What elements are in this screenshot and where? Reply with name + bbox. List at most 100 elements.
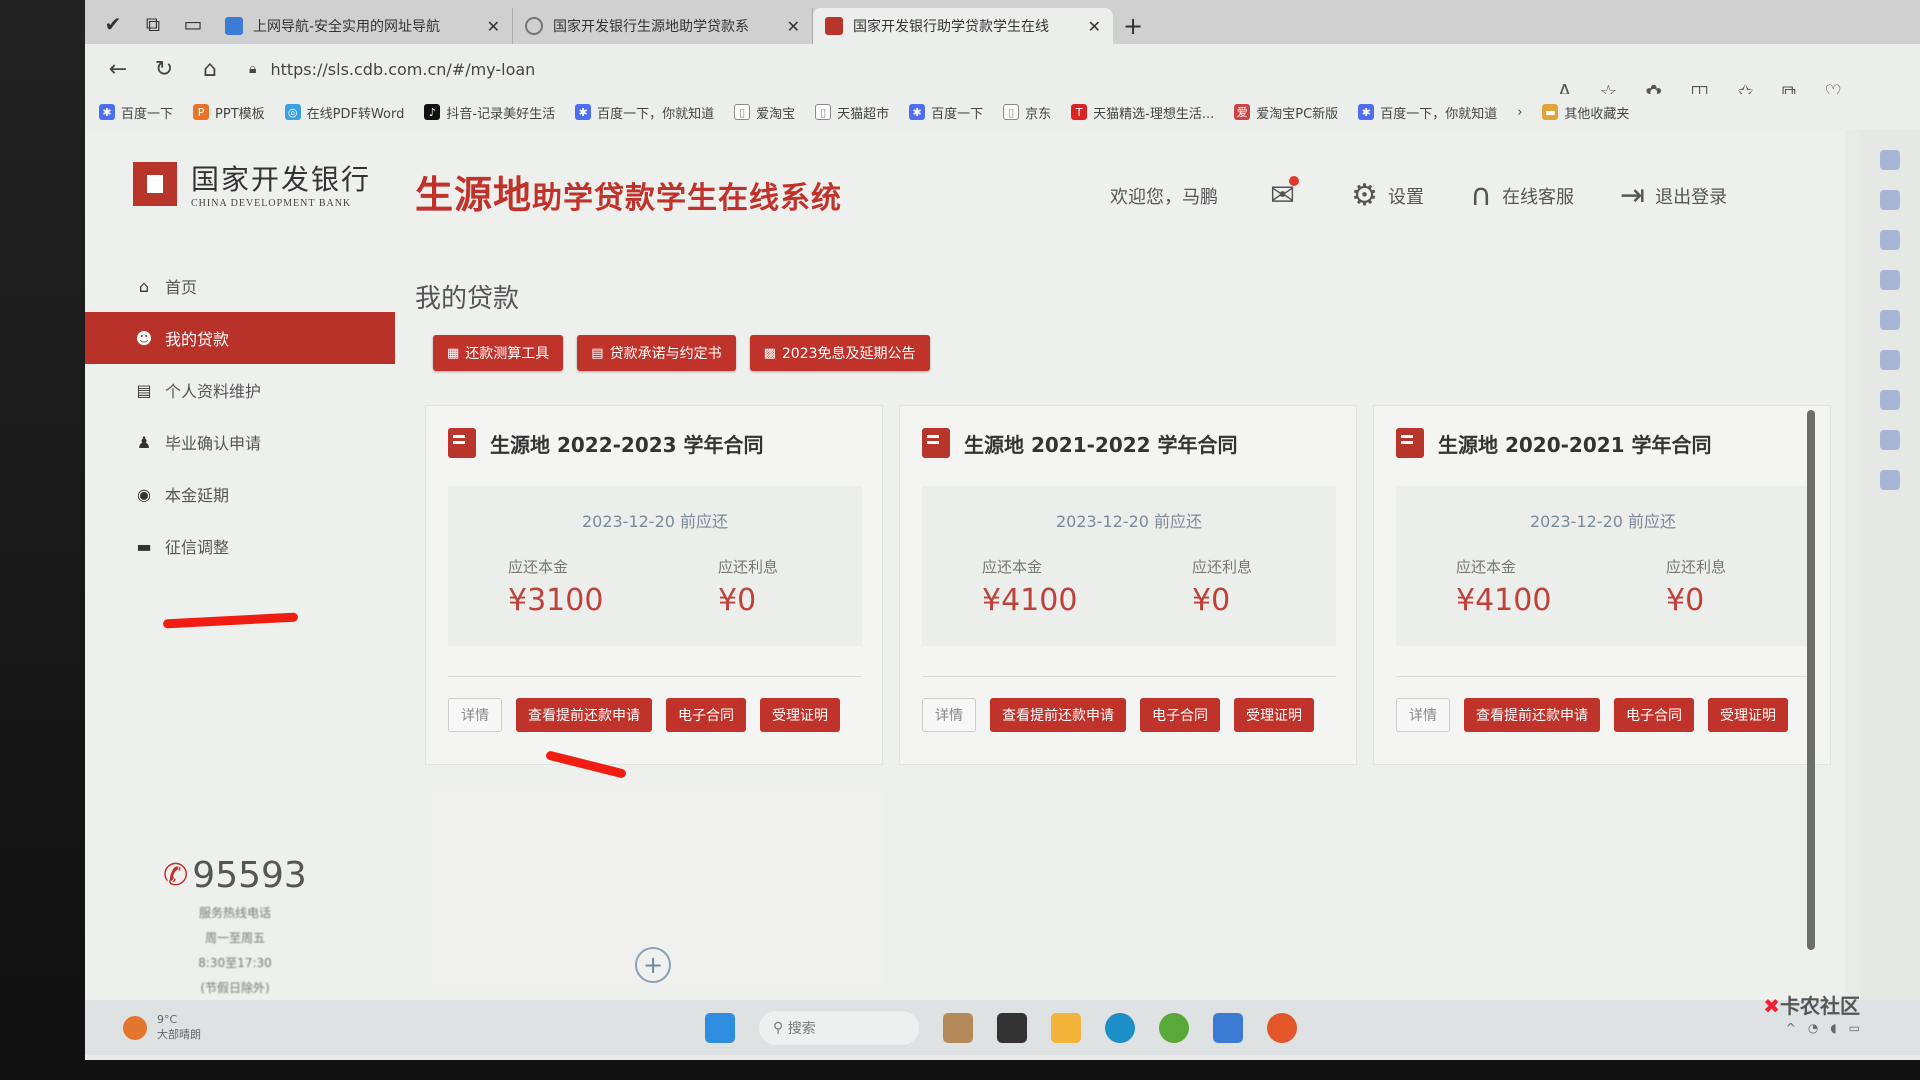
windows-taskbar: 9°C 大部晴朗 ⚲ 搜索 ^ ◔ ◖ ▭ [85, 1000, 1920, 1055]
edge-icon[interactable] [1105, 1012, 1135, 1043]
browser-tab[interactable]: 上网导航-安全实用的网址导航 ✕ [213, 8, 513, 44]
tmall-icon: T [1071, 104, 1088, 120]
send-icon[interactable] [1880, 430, 1900, 450]
volume-icon[interactable]: ◖ [1830, 1021, 1836, 1035]
bookmark[interactable]: ▯ 天猫超市 [815, 103, 889, 122]
loan-agreement-button[interactable]: ▤ 贷款承诺与约定书 [577, 335, 736, 371]
mail-app-icon[interactable] [1213, 1012, 1243, 1043]
due-date: 2023-12-20 前应还 [581, 512, 729, 531]
messages-button[interactable]: ✉ [1270, 176, 1305, 213]
close-tab-icon[interactable]: ✕ [487, 17, 500, 36]
new-tab-button[interactable]: + [1113, 8, 1153, 44]
office-icon[interactable] [1880, 350, 1900, 370]
details-button[interactable]: 详情 [1396, 698, 1450, 732]
page-scrollbar[interactable] [1807, 410, 1815, 950]
add-icon[interactable] [1880, 470, 1900, 490]
acceptance-certificate-button[interactable]: 受理证明 [1234, 698, 1314, 732]
baidu-icon: ✱ [99, 104, 115, 120]
search-icon[interactable] [1880, 190, 1900, 210]
bookmark[interactable]: ✱ 百度一下 [909, 103, 983, 122]
battery-icon[interactable]: ▭ [1849, 1021, 1860, 1035]
tray-chevron-icon[interactable]: ^ [1786, 1021, 1796, 1035]
sidebar-item-my-loan[interactable]: ☻ 我的贷款 [85, 312, 395, 364]
contract-doc-icon [448, 428, 476, 458]
logout-button[interactable]: ⇥ 退出登录 [1620, 178, 1727, 213]
app-icon[interactable] [943, 1012, 973, 1043]
sidebar-item-home[interactable]: ⌂ 首页 [85, 260, 395, 312]
view-prepayment-button[interactable]: 查看提前还款申请 [516, 698, 652, 732]
network-icon[interactable]: ◔ [1808, 1021, 1818, 1035]
acceptance-certificate-button[interactable]: 受理证明 [1708, 698, 1788, 732]
tab-actions-icon[interactable]: ▭ [173, 4, 213, 44]
principal-amount: ¥4100 [1456, 583, 1552, 618]
screen: ✔ ⧉ ▭ 上网导航-安全实用的网址导航 ✕ 国家开发银行生源地助学贷款系 ✕ … [85, 0, 1920, 1060]
interest-free-notice-button[interactable]: ▩ 2023免息及延期公告 [749, 335, 930, 371]
douyin-icon: ♪ [424, 104, 441, 120]
task-view-icon[interactable] [997, 1012, 1027, 1043]
url-field[interactable]: 🔒︎ https://sls.cdb.com.cn/#/my-loan [249, 60, 535, 79]
page-icon: ▯ [734, 104, 751, 120]
sidebar-item-credit-adjustment[interactable]: ▬ 征信调整 [85, 520, 395, 572]
divider [922, 676, 1336, 677]
contract-card: 生源地 2020-2021 学年合同 2023-12-20 前应还 应还本金 ¥4… [1373, 405, 1831, 765]
close-tab-icon[interactable]: ✕ [787, 17, 800, 36]
browser-360-icon[interactable] [1159, 1012, 1189, 1043]
sidebar-item-profile[interactable]: ▤ 个人资料维护 [85, 364, 395, 416]
workspaces-icon[interactable]: ⧉ [133, 4, 173, 44]
windows-start-icon[interactable] [705, 1012, 735, 1043]
other-favorites-folder[interactable]: ▬ 其他收藏夹 [1542, 103, 1629, 122]
e-contract-button[interactable]: 电子合同 [1614, 698, 1694, 732]
bookmark[interactable]: 爱爱淘宝PC新版 [1234, 103, 1338, 122]
bookmark[interactable]: ▯ 京东 [1003, 103, 1051, 122]
ppt-icon: P [193, 104, 210, 120]
phone-icon: ✆ [163, 858, 189, 893]
bank-logo[interactable]: 国家开发银行 CHINA DEVELOPMENT BANK [133, 158, 371, 209]
toolbox-icon[interactable] [1880, 270, 1900, 290]
bookmarks-overflow-chevron-icon[interactable]: › [1517, 105, 1522, 120]
back-icon[interactable]: ← [95, 49, 141, 89]
view-prepayment-button[interactable]: 查看提前还款申请 [1464, 698, 1600, 732]
details-button[interactable]: 详情 [448, 698, 502, 732]
clock-icon: ◉ [137, 484, 151, 504]
baidu-icon: ✱ [909, 104, 926, 120]
pdf-icon: ◎ [284, 104, 301, 120]
tab-favicon [825, 17, 843, 35]
bookmark[interactable]: ✱ 百度一下 [99, 103, 173, 122]
e-contract-button[interactable]: 电子合同 [666, 698, 746, 732]
sidebar-item-graduation[interactable]: ♟ 毕业确认申请 [85, 416, 395, 468]
calculator-icon: ▦ [447, 345, 460, 361]
bookmark[interactable]: ▯ 爱淘宝 [734, 103, 795, 122]
sidebar-item-principal-deferral[interactable]: ◉ 本金延期 [85, 468, 395, 520]
bell-icon[interactable] [1880, 150, 1900, 170]
bookmark[interactable]: P PPT模板 [193, 103, 265, 122]
weather-widget[interactable]: 9°C 大部晴朗 [123, 1013, 201, 1042]
tag-icon[interactable] [1880, 230, 1900, 250]
e-contract-button[interactable]: 电子合同 [1140, 698, 1220, 732]
bookmark[interactable]: ✱ 百度一下，你就知道 [575, 103, 714, 122]
outlook-icon[interactable] [1880, 390, 1900, 410]
add-icon[interactable]: + [635, 947, 671, 983]
weather-icon [123, 1015, 147, 1040]
settings-button[interactable]: ⚙ 设置 [1351, 178, 1424, 213]
bookmark[interactable]: ✱ 百度一下，你就知道 [1358, 103, 1497, 122]
taskbar-search[interactable]: ⚲ 搜索 [759, 1010, 919, 1045]
file-explorer-icon[interactable] [1051, 1012, 1081, 1043]
mail-icon: ✉ [1270, 176, 1300, 213]
online-service-button[interactable]: ∩ 在线客服 [1470, 178, 1574, 213]
bookmark[interactable]: ♪ 抖音-记录美好生活 [424, 103, 555, 122]
browser-tab-active[interactable]: 国家开发银行助学贷款学生在线 ✕ [813, 8, 1113, 44]
close-tab-icon[interactable]: ✕ [1088, 17, 1101, 36]
home-icon[interactable]: ⌂ [187, 49, 233, 89]
principal-amount: ¥4100 [982, 583, 1078, 618]
bookmark[interactable]: T 天猫精选-理想生活... [1071, 103, 1214, 122]
repayment-calculator-button[interactable]: ▦ 还款测算工具 [433, 335, 564, 371]
person-icon[interactable] [1880, 310, 1900, 330]
view-prepayment-button[interactable]: 查看提前还款申请 [990, 698, 1126, 732]
details-button[interactable]: 详情 [922, 698, 976, 732]
bookmark[interactable]: ◎ 在线PDF转Word [284, 103, 404, 122]
browser-tab[interactable]: 国家开发银行生源地助学贷款系 ✕ [513, 8, 813, 44]
refresh-icon[interactable]: ↻ [141, 49, 187, 89]
acceptance-certificate-button[interactable]: 受理证明 [760, 698, 840, 732]
app-icon[interactable] [1267, 1012, 1297, 1043]
profile-icon[interactable]: ✔ [93, 4, 133, 44]
